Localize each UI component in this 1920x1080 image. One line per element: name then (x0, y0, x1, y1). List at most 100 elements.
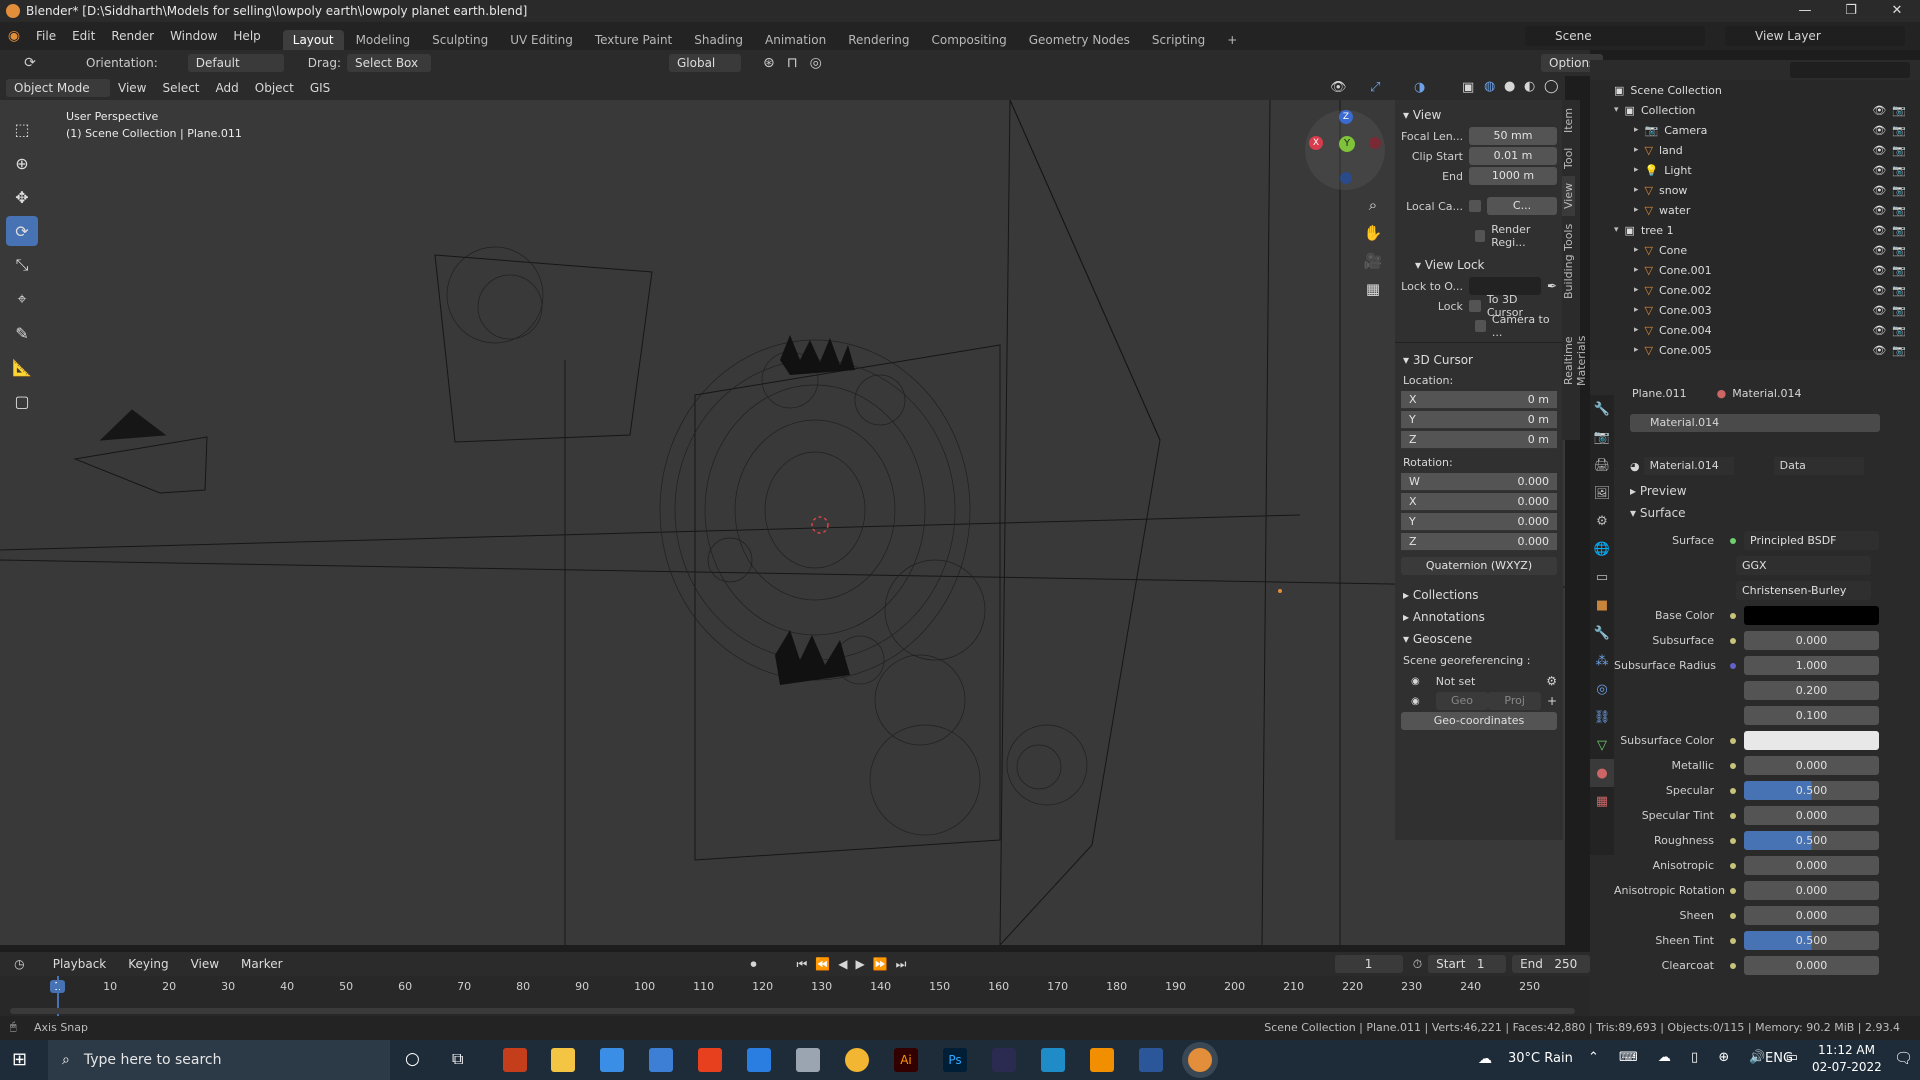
gizmo-toggle-icon[interactable]: ⤢ (1370, 80, 1380, 95)
texture-tab-icon[interactable]: ▦ (1590, 787, 1614, 815)
visibility-toggle-icon[interactable]: 👁📷 (1872, 124, 1912, 137)
expand-arrow-icon[interactable]: ▸ (1634, 125, 1639, 135)
physics-tab-icon[interactable]: ◎ (1590, 675, 1614, 703)
zoom-icon[interactable]: ⌕ (1369, 196, 1377, 214)
close-button[interactable]: ✕ (1874, 0, 1920, 22)
bsdf-input-field[interactable]: 0.100 (1744, 706, 1879, 725)
playback-controls-icon[interactable]: ⏮⏪◀▶⏩⏭ (797, 957, 915, 972)
expand-arrow-icon[interactable]: ▸ (1634, 245, 1639, 255)
expand-arrow-icon[interactable]: ▸ (1634, 145, 1639, 155)
scale-tool-icon[interactable]: ⤡ (6, 250, 38, 280)
office-app-icon[interactable] (698, 1048, 722, 1072)
file-explorer-app-icon[interactable] (551, 1048, 575, 1072)
tab-scripting[interactable]: Scripting (1142, 30, 1215, 50)
tool-tab-icon[interactable]: 🔧 (1590, 395, 1614, 423)
windows-start-icon[interactable]: ⊞ (12, 1049, 27, 1070)
menu-window[interactable]: Window (162, 29, 225, 43)
bsdf-input-field[interactable]: 0.500 (1744, 831, 1879, 850)
material-link-dropdown[interactable]: Data (1773, 457, 1864, 475)
transform-tool-icon[interactable]: ⌖ (6, 284, 38, 314)
powerpoint-app-icon[interactable] (503, 1048, 527, 1072)
visibility-toggle-icon[interactable]: 👁📷 (1872, 204, 1912, 217)
outliner-row[interactable]: ▸ ▽ Cone.004 👁📷 (1590, 320, 1920, 340)
outliner-row[interactable]: ▸ ▽ Cone 👁📷 (1590, 240, 1920, 260)
expand-arrow-icon[interactable]: ▸ (1634, 325, 1639, 335)
view-section-header[interactable]: ▾ View (1395, 104, 1563, 126)
pan-hand-icon[interactable]: ✋ (1364, 224, 1383, 242)
gizmo-x-axis[interactable]: X (1309, 136, 1323, 150)
ortho-grid-icon[interactable]: ▦ (1366, 280, 1380, 298)
tab-compositing[interactable]: Compositing (921, 30, 1016, 50)
outliner-row[interactable]: ▸ ▽ Cone.005 👁📷 (1590, 340, 1920, 360)
socket-icon[interactable] (1730, 662, 1736, 669)
outliner-row[interactable]: ▸ ▽ Cone.002 👁📷 (1590, 280, 1920, 300)
collections-section-header[interactable]: ▸ Collections (1395, 584, 1563, 606)
add-workspace-button[interactable]: + (1217, 30, 1247, 50)
socket-icon[interactable] (1730, 912, 1736, 919)
blender-menu-icon[interactable]: ◉ (0, 28, 28, 44)
bsdf-input-field[interactable]: 0.500 (1744, 931, 1879, 950)
visibility-toggle-icon[interactable]: 👁📷 (1872, 224, 1912, 237)
outliner-row[interactable]: ▸ ▽ snow 👁📷 (1590, 180, 1920, 200)
mode-dropdown[interactable]: Object Mode (6, 79, 110, 97)
taskbar-date[interactable]: 02-07-2022 (1812, 1060, 1882, 1074)
expand-arrow-icon[interactable]: ▾ (1614, 225, 1619, 235)
local-camera-field[interactable]: C... (1487, 197, 1557, 215)
annotations-section-header[interactable]: ▸ Annotations (1395, 606, 1563, 628)
local-camera-checkbox[interactable] (1469, 200, 1481, 212)
visibility-toggle-icon[interactable]: 👁📷 (1872, 304, 1912, 317)
menu-file[interactable]: File (28, 29, 64, 43)
socket-icon[interactable] (1730, 962, 1736, 969)
bsdf-input-field[interactable]: 0.500 (1744, 781, 1879, 800)
drag-dropdown[interactable]: Select Box (346, 54, 431, 72)
cursor-section-header[interactable]: ▾ 3D Cursor (1395, 349, 1563, 371)
tab-realtime-materials[interactable]: Realtime Materials (1562, 306, 1588, 416)
add-cube-tool-icon[interactable]: ▢ (6, 386, 38, 416)
outliner-row[interactable]: ▸ ▽ land 👁📷 (1590, 140, 1920, 160)
menu-edit[interactable]: Edit (64, 29, 103, 43)
rotation-mode-dropdown[interactable]: Quaternion (WXYZ) (1401, 557, 1557, 575)
expand-arrow-icon[interactable]: ▸ (1634, 205, 1639, 215)
render-tab-icon[interactable]: 📷 (1590, 423, 1614, 451)
socket-icon[interactable] (1730, 887, 1736, 894)
socket-icon[interactable] (1730, 862, 1736, 869)
bsdf-input-field[interactable]: 0.000 (1744, 856, 1879, 875)
collection-tab-icon[interactable]: ▭ (1590, 563, 1614, 591)
app-icon-11[interactable] (992, 1048, 1016, 1072)
view-layer-tab-icon[interactable]: 🖼 (1590, 479, 1614, 507)
clip-start-field[interactable]: 0.01 m (1469, 147, 1557, 165)
visibility-toggle-icon[interactable]: 👁📷 (1872, 164, 1912, 177)
cursor-loc-y-field[interactable]: Y 0 m (1401, 411, 1557, 429)
cursor-rot-y-field[interactable]: Y 0.000 (1401, 513, 1557, 531)
material-name-field[interactable]: Material.014 (1643, 457, 1734, 475)
bsdf-input-field[interactable] (1744, 606, 1879, 625)
language-indicator[interactable]: ENG (1765, 1051, 1793, 1066)
move-tool-icon[interactable]: ✥ (6, 182, 38, 212)
tab-geometry-nodes[interactable]: Geometry Nodes (1019, 30, 1140, 50)
view-layer-selector[interactable]: View Layer (1725, 26, 1905, 46)
modifier-tab-icon[interactable]: 🔧 (1590, 619, 1614, 647)
3d-viewport[interactable]: User Perspective (1) Scene Collection | … (0, 100, 1565, 945)
taskbar-search-box[interactable]: ⌕ Type here to search (48, 1040, 390, 1080)
tab-shading[interactable]: Shading (684, 30, 753, 50)
navigation-gizmo[interactable]: Z X Y (1305, 110, 1385, 190)
snap-icon[interactable]: ⊓ (787, 55, 798, 71)
bsdf-input-field[interactable]: 1.000 (1744, 656, 1879, 675)
viewport-menu-add[interactable]: Add (208, 81, 247, 95)
expand-arrow-icon[interactable]: ▸ (1634, 165, 1639, 175)
xray-icon[interactable]: ▣ (1462, 80, 1474, 95)
outliner-search[interactable] (1790, 62, 1910, 78)
photos-app-icon[interactable] (600, 1048, 624, 1072)
render-region-checkbox[interactable] (1475, 230, 1486, 242)
socket-icon[interactable] (1730, 737, 1736, 744)
geo-button[interactable]: Geo (1435, 692, 1489, 710)
bsdf-input-field[interactable] (1744, 731, 1879, 750)
clip-end-field[interactable]: 1000 m (1469, 167, 1557, 185)
end-frame-field[interactable]: End 250 (1512, 955, 1590, 973)
georef-settings-gear-icon[interactable]: ⚙ (1546, 674, 1557, 688)
timeline-menu-marker[interactable]: Marker (233, 955, 290, 973)
data-tab-icon[interactable]: ▽ (1590, 731, 1614, 759)
app-icon-6[interactable] (747, 1048, 771, 1072)
outliner-row[interactable]: ▸ ▽ water 👁📷 (1590, 200, 1920, 220)
cursor-loc-x-field[interactable]: X 0 m (1401, 391, 1557, 409)
